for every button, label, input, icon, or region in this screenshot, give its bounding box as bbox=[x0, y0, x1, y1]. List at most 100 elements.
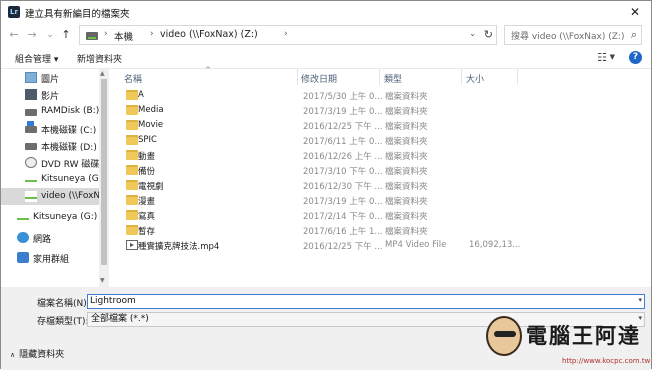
sidebar-item-label: RAMDisk (B:) bbox=[41, 106, 99, 116]
network-icon bbox=[17, 232, 29, 243]
breadcrumb-video-drive[interactable]: video (\\FoxNax) (Z:) bbox=[160, 29, 258, 40]
list-item[interactable]: SPIC 2017/6/11 上午 0... 檔案資料夾 bbox=[119, 133, 639, 148]
file-date: 2017/3/19 上午 0... bbox=[303, 107, 383, 117]
sidebar-item-drive-d[interactable]: 本機磁碟 (D:) bbox=[1, 137, 99, 154]
watermark-url: http://www.kocpc.com.tw bbox=[562, 357, 651, 365]
window-title: 建立具有新編目的檔案夾 bbox=[25, 9, 130, 20]
breadcrumb-this-pc[interactable]: 本機 bbox=[114, 29, 133, 43]
breadcrumb-separator: › bbox=[150, 29, 154, 39]
list-item[interactable]: Movie 2016/12/25 下午 ... 檔案資料夾 bbox=[119, 118, 639, 133]
sidebar-scroll-thumb[interactable] bbox=[101, 79, 107, 265]
back-button[interactable]: ← bbox=[7, 27, 21, 43]
sidebar-item-videos[interactable]: 影片 bbox=[1, 86, 99, 103]
sidebar-item-kitsuneya-root[interactable]: Kitsuneya (G:) bbox=[1, 209, 99, 226]
refresh-button[interactable]: ↻ bbox=[484, 28, 493, 41]
file-name: A bbox=[138, 90, 144, 100]
file-date: 2017/3/10 下午 0... bbox=[303, 167, 383, 177]
column-divider[interactable] bbox=[379, 69, 380, 85]
column-header-type[interactable]: 類型 bbox=[384, 72, 402, 85]
file-type: 檔案資料夾 bbox=[385, 137, 428, 147]
sidebar-item-label: 網路 bbox=[33, 235, 52, 245]
dvd-icon bbox=[25, 157, 37, 168]
file-name: 電視劇 bbox=[138, 182, 164, 192]
column-divider[interactable] bbox=[461, 69, 462, 85]
organize-button[interactable]: 組合管理 ▾ bbox=[15, 52, 58, 65]
file-list: ^ 名稱 修改日期 類型 大小 A 2017/5/30 上午 0... 檔案資料… bbox=[111, 66, 641, 287]
sidebar-item-label: 本機磁碟 (C:) bbox=[41, 126, 97, 136]
folder-icon bbox=[126, 150, 138, 160]
file-date: 2017/6/16 上午 1... bbox=[303, 227, 383, 237]
sidebar-item-label: 本機磁碟 (D:) bbox=[41, 143, 97, 153]
search-icon[interactable]: ⌕ bbox=[631, 28, 637, 42]
close-button[interactable]: ✕ bbox=[625, 3, 645, 21]
navigation-bar: ← → ⌄ ↑ › 本機 › video (\\FoxNax) (Z:) › ⌄… bbox=[1, 23, 651, 47]
list-item[interactable]: Media 2017/3/19 上午 0... 檔案資料夾 bbox=[119, 103, 639, 118]
list-item[interactable]: 暫存 2017/6/16 上午 1... 檔案資料夾 bbox=[119, 223, 639, 238]
file-name: Movie bbox=[138, 120, 164, 130]
column-header-size[interactable]: 大小 bbox=[466, 72, 484, 85]
recent-locations-button[interactable]: ⌄ bbox=[43, 27, 57, 43]
pictures-icon bbox=[25, 72, 37, 83]
view-options-icon[interactable]: ☷ bbox=[597, 51, 607, 64]
list-item[interactable]: A 2017/5/30 上午 0... 檔案資料夾 bbox=[119, 88, 639, 103]
sidebar-item-pictures[interactable]: 圖片 bbox=[1, 69, 99, 86]
column-divider[interactable] bbox=[297, 69, 298, 85]
sidebar-item-label: 家用群組 bbox=[33, 255, 70, 265]
file-date: 2017/3/19 上午 0... bbox=[303, 197, 383, 207]
homegroup-icon bbox=[17, 252, 29, 263]
watermark-logo: 電腦王阿達 http://www.kocpc.com.tw bbox=[486, 316, 652, 370]
list-item[interactable]: 電視劇 2016/12/30 下午 ... 檔案資料夾 bbox=[119, 178, 639, 193]
column-header-name[interactable]: 名稱 bbox=[124, 72, 142, 85]
title-bar: Lr 建立具有新編目的檔案夾 ✕ bbox=[1, 1, 651, 23]
folder-icon bbox=[126, 135, 138, 145]
network-drive-icon bbox=[86, 32, 98, 40]
folder-icon bbox=[126, 120, 138, 130]
column-divider[interactable] bbox=[517, 69, 518, 85]
filename-input[interactable]: Lightroom bbox=[87, 294, 645, 309]
hide-folders-button[interactable]: ∧ 隱藏資料夾 bbox=[10, 347, 64, 360]
network-drive-icon bbox=[17, 212, 29, 223]
lightroom-app-icon: Lr bbox=[8, 6, 20, 18]
filename-label: 檔案名稱(N): bbox=[37, 299, 90, 309]
sidebar-item-homegroup[interactable]: 家用群組 bbox=[1, 249, 99, 266]
list-item[interactable]: 動畫 2016/12/26 上午 ... 檔案資料夾 bbox=[119, 148, 639, 163]
sidebar-item-dvd[interactable]: DVD RW 磁碟機 bbox=[1, 154, 99, 171]
file-type: MP4 Video File bbox=[385, 240, 447, 250]
scroll-down-icon[interactable]: ▼ bbox=[100, 277, 105, 284]
sidebar-item-drive-c[interactable]: 本機磁碟 (C:) bbox=[1, 120, 99, 137]
file-type: 檔案資料夾 bbox=[385, 152, 428, 162]
help-icon[interactable]: ? bbox=[629, 51, 642, 64]
file-type: 檔案資料夾 bbox=[385, 182, 428, 192]
videos-icon bbox=[25, 89, 37, 100]
sidebar-item-network[interactable]: 網路 bbox=[1, 229, 99, 246]
file-type: 檔案資料夾 bbox=[385, 107, 428, 117]
list-item[interactable]: 備份 2017/3/10 下午 0... 檔案資料夾 bbox=[119, 163, 639, 178]
sidebar-scrollbar[interactable]: ▲ ▼ bbox=[99, 69, 109, 287]
forward-button[interactable]: → bbox=[25, 27, 39, 43]
scroll-up-icon[interactable]: ▲ bbox=[100, 70, 105, 77]
file-size: 16,092,13... bbox=[469, 240, 521, 250]
list-item[interactable]: 寫真 2017/2/14 下午 0... 檔案資料夾 bbox=[119, 208, 639, 223]
sidebar-item-kitsuneya[interactable]: Kitsuneya (G:) bbox=[1, 171, 99, 188]
sidebar-item-ramdisk[interactable]: RAMDisk (B:) bbox=[1, 103, 99, 120]
up-folder-button[interactable]: ↑ bbox=[59, 27, 73, 43]
filename-dropdown-icon[interactable]: ▾ bbox=[638, 296, 642, 304]
file-type: 檔案資料夾 bbox=[385, 197, 428, 207]
drive-icon bbox=[25, 143, 37, 150]
list-item[interactable]: 漫畫 2017/3/19 上午 0... 檔案資料夾 bbox=[119, 193, 639, 208]
list-item[interactable]: 種實擴克牌技法.mp4 2016/12/25 下午 ... MP4 Video … bbox=[119, 238, 639, 253]
navigation-pane: 圖片 影片 RAMDisk (B:) 本機磁碟 (C:) 本機磁碟 (D:) D… bbox=[1, 69, 109, 287]
column-header-date[interactable]: 修改日期 bbox=[301, 72, 337, 85]
view-dropdown-icon[interactable]: ▼ bbox=[610, 53, 615, 61]
search-input[interactable]: 搜尋 video (\\FoxNax) (Z:) bbox=[511, 29, 624, 42]
address-bar[interactable]: › 本機 › video (\\FoxNax) (Z:) › ⌄ ↻ bbox=[79, 25, 497, 45]
file-type: 檔案資料夾 bbox=[385, 122, 428, 132]
search-box[interactable]: 搜尋 video (\\FoxNax) (Z:) ⌕ bbox=[504, 25, 642, 45]
address-dropdown-icon[interactable]: ⌄ bbox=[469, 29, 476, 38]
new-folder-button[interactable]: 新增資料夾 bbox=[77, 52, 122, 65]
sidebar-item-video-drive[interactable]: video (\\FoxNa bbox=[1, 188, 99, 205]
file-name: Media bbox=[138, 105, 164, 115]
file-date: 2016/12/25 下午 ... bbox=[303, 242, 383, 252]
watermark-title: 電腦王阿達 bbox=[526, 323, 641, 348]
file-name: 暫存 bbox=[138, 227, 156, 237]
